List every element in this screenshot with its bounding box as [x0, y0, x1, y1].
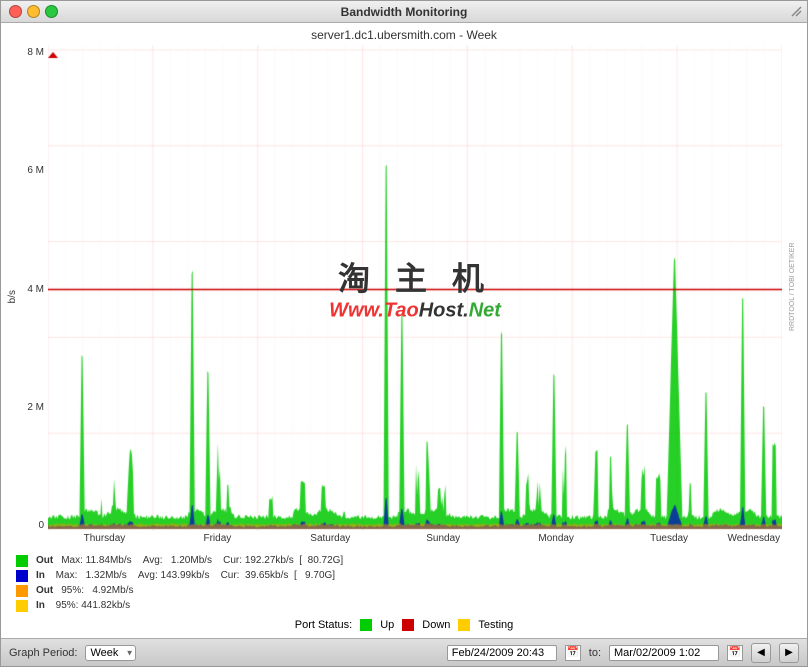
to-calendar-icon[interactable]: 📅 [727, 645, 743, 661]
x-label-tuesday: Tuesday [613, 533, 726, 549]
legend-in-box [16, 570, 28, 582]
port-status-down-box [402, 619, 414, 631]
period-select-wrapper[interactable]: Hour Day Week Month Year [85, 645, 136, 661]
legend-out-label: Out [36, 553, 53, 568]
x-label-wednesday: Wednesday [726, 533, 782, 549]
close-button[interactable] [9, 5, 22, 18]
legend-out95-label: Out [36, 583, 53, 598]
from-calendar-icon[interactable]: 📅 [565, 645, 581, 661]
nav-prev-button[interactable]: ◀ [751, 643, 771, 663]
legend-in95-box [16, 600, 28, 612]
port-status-row: Port Status: Up Down Testing [6, 617, 802, 633]
port-status-up-label: Up [380, 619, 394, 631]
resize-icon[interactable] [790, 5, 803, 18]
maximize-button[interactable] [45, 5, 58, 18]
port-status-down-label: Down [422, 619, 450, 631]
legend-in95-label: In [36, 598, 48, 613]
minimize-button[interactable] [27, 5, 40, 18]
window-title: Bandwidth Monitoring [341, 5, 468, 19]
y-label-6m: 6 M [18, 165, 48, 176]
chart-right-label: RRDTOOL / TOBI OETIKER [784, 45, 802, 529]
bottombar: Graph Period: Hour Day Week Month Year 📅… [1, 638, 807, 666]
from-date-input[interactable] [447, 645, 557, 661]
rrdtool-label: RRDTOOL / TOBI OETIKER [784, 45, 802, 529]
y-label-8m: 8 M [18, 47, 48, 58]
titlebar: Bandwidth Monitoring [1, 1, 807, 23]
x-label-saturday: Saturday [274, 533, 387, 549]
port-status-testing-box [458, 619, 470, 631]
y-label-0: 0 [18, 520, 48, 531]
x-label-friday: Friday [161, 533, 274, 549]
legend-stats: Out Max: 11.84Mb/s Avg: 1.20Mb/s Cur: 19… [6, 549, 802, 617]
legend-row-out95: Out 95%: 4.92Mb/s [16, 583, 792, 598]
x-label-sunday: Sunday [387, 533, 500, 549]
port-status-testing-label: Testing [478, 619, 513, 631]
main-content: server1.dc1.ubersmith.com - Week RRDTOOL… [1, 23, 807, 638]
y-label-4m: 4 M [18, 284, 48, 295]
x-label-thursday: Thursday [48, 533, 161, 549]
x-label-monday: Monday [500, 533, 613, 549]
period-select[interactable]: Hour Day Week Month Year [85, 645, 136, 661]
to-date-input[interactable] [609, 645, 719, 661]
port-status-label: Port Status: [295, 619, 352, 631]
legend-in95-stats: 95%: 441.82kb/s [56, 598, 131, 613]
legend-out95-stats: 95%: 4.92Mb/s [61, 583, 133, 598]
legend-out-box [16, 555, 28, 567]
legend-in-stats: Max: 1.32Mb/s Avg: 143.99kb/s Cur: 39.65… [56, 568, 335, 583]
legend-out95-box [16, 585, 28, 597]
legend-row-out: Out Max: 11.84Mb/s Avg: 1.20Mb/s Cur: 19… [16, 553, 792, 568]
bandwidth-chart [48, 45, 782, 531]
window-controls [9, 5, 58, 18]
graph-period-label: Graph Period: [9, 647, 77, 659]
y-label-2m: 2 M [18, 402, 48, 413]
chart-title: server1.dc1.ubersmith.com - Week [6, 28, 802, 42]
chart-area: RRDTOOL / TOBI OETIKER b/s 8 M 6 M 4 M [6, 45, 802, 549]
legend-in-label: In [36, 568, 48, 583]
main-window: Bandwidth Monitoring server1.dc1.ubersmi… [0, 0, 808, 667]
legend-row-in95: In 95%: 441.82kb/s [16, 598, 792, 613]
legend-row-in: In Max: 1.32Mb/s Avg: 143.99kb/s Cur: 39… [16, 568, 792, 583]
nav-next-button[interactable]: ▶ [779, 643, 799, 663]
y-axis-title: b/s [7, 290, 18, 303]
to-label: to: [589, 647, 601, 659]
x-axis: Thursday Friday Saturday Sunday Monday T… [48, 531, 782, 549]
port-status-up-box [360, 619, 372, 631]
legend-out-stats: Max: 11.84Mb/s Avg: 1.20Mb/s Cur: 192.27… [61, 553, 343, 568]
